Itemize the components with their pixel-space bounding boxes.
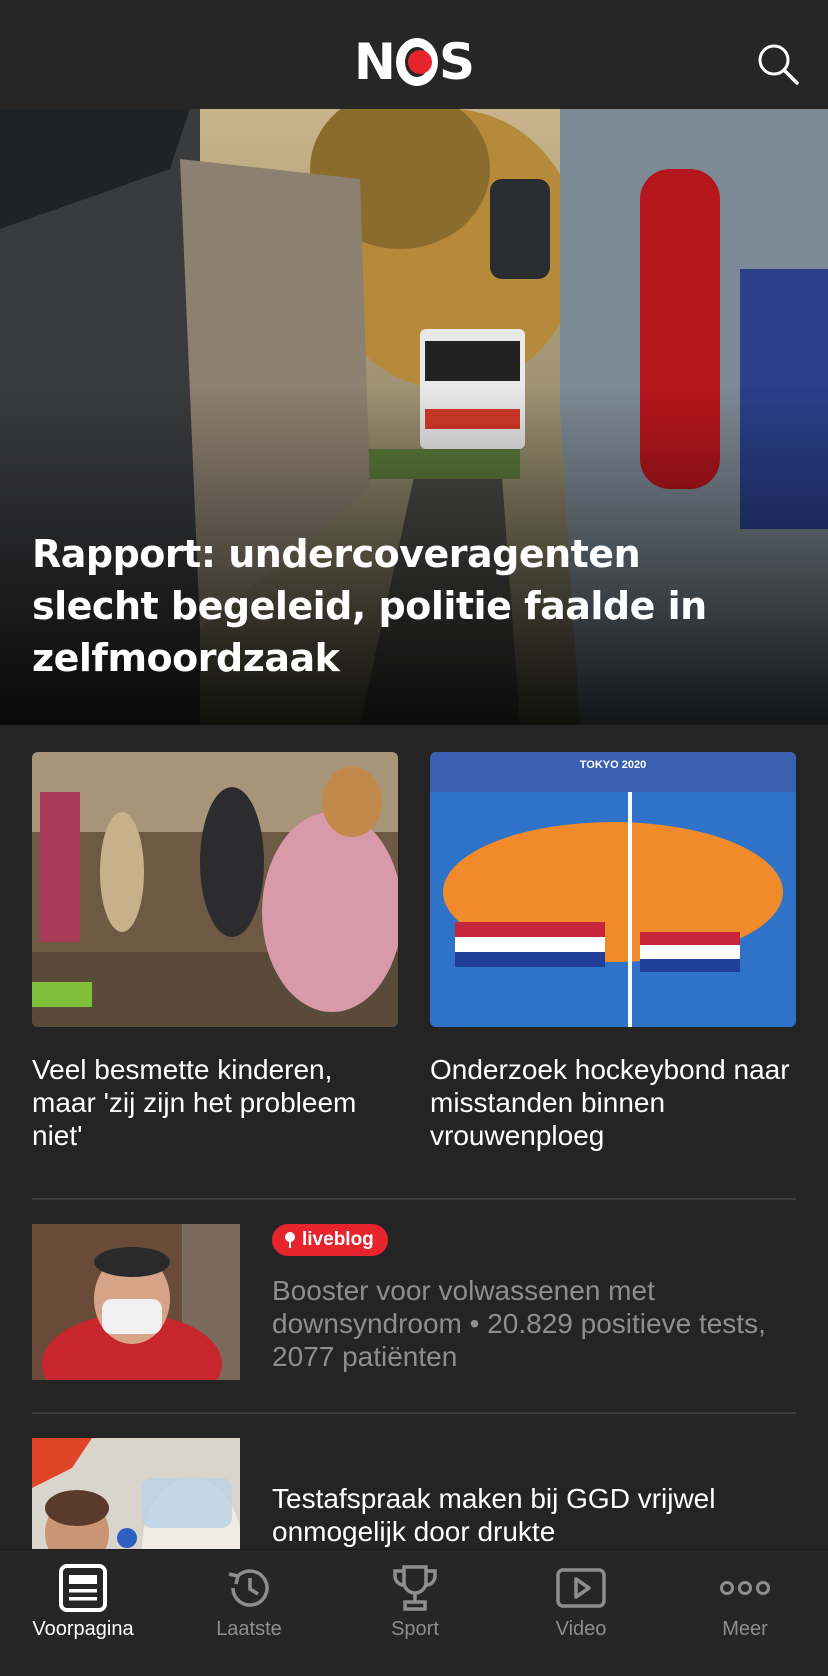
- tab-label: Video: [555, 1618, 607, 1640]
- history-icon: [228, 1569, 269, 1607]
- hero-headline[interactable]: Rapport: undercoveragenten slecht begele…: [32, 528, 772, 684]
- list-item[interactable]: Testafspraak maken bij GGD vrijwel onmog…: [32, 1438, 796, 1549]
- tab-label: Meer: [722, 1618, 768, 1640]
- article-image: [32, 752, 398, 1027]
- article-title[interactable]: Booster voor volwassenen met downsyndroo…: [272, 1274, 796, 1373]
- newspaper-icon: [59, 1564, 107, 1612]
- more-icon: [720, 1581, 770, 1595]
- liveblog-badge: liveblog: [272, 1224, 388, 1256]
- nos-logo[interactable]: NS: [354, 33, 475, 91]
- pin-icon: [285, 1232, 295, 1248]
- tab-sport[interactable]: Sport: [332, 1562, 498, 1641]
- article-image: TOKYO 2020: [430, 752, 796, 1027]
- article-title[interactable]: Onderzoek hockeybond naar misstanden bin…: [430, 1053, 796, 1152]
- tokyo-2020-text: TOKYO 2020: [580, 759, 646, 771]
- divider: [32, 1198, 796, 1200]
- bottom-tab-bar: Voorpagina Laatste Sport Video Meer: [0, 1549, 828, 1676]
- article-image: [32, 1224, 240, 1380]
- play-icon: [556, 1568, 606, 1608]
- article-title[interactable]: Veel besmette kinderen, maar 'zij zijn h…: [32, 1053, 398, 1152]
- tab-label: Laatste: [216, 1618, 282, 1640]
- tab-label: Sport: [391, 1618, 439, 1640]
- tab-laatste[interactable]: Laatste: [166, 1562, 332, 1641]
- list-item[interactable]: liveblog Booster voor volwassenen met do…: [32, 1224, 796, 1384]
- article-card[interactable]: Veel besmette kinderen, maar 'zij zijn h…: [32, 752, 398, 1152]
- search-icon[interactable]: [756, 42, 800, 86]
- article-image: [32, 1438, 240, 1549]
- article-title[interactable]: Testafspraak maken bij GGD vrijwel onmog…: [272, 1482, 796, 1548]
- top-bar: NS: [0, 0, 828, 110]
- tab-label: Voorpagina: [32, 1618, 134, 1640]
- divider: [32, 1412, 796, 1414]
- article-card[interactable]: TOKYO 2020 Onderzoek hockeybond naar mis…: [430, 752, 796, 1152]
- tab-voorpagina[interactable]: Voorpagina: [0, 1562, 166, 1641]
- tab-video[interactable]: Video: [498, 1562, 664, 1641]
- trophy-icon: [393, 1565, 437, 1611]
- hero-article[interactable]: Rapport: undercoveragenten slecht begele…: [0, 109, 828, 725]
- badge-label: liveblog: [302, 1229, 374, 1250]
- tab-meer[interactable]: Meer: [662, 1562, 828, 1641]
